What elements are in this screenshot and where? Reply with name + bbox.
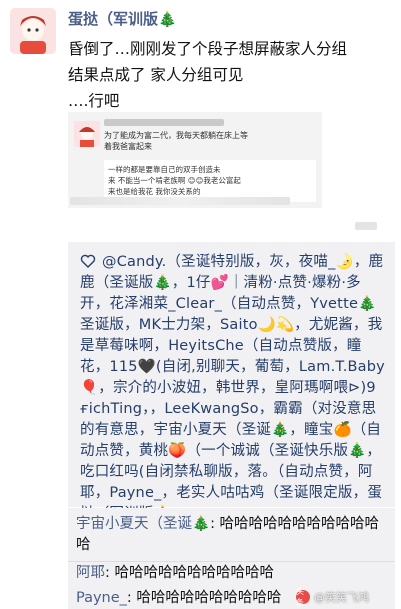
embedded-avatar	[74, 121, 100, 147]
comment-author[interactable]: 宇宙小夏天（圣诞🎄	[76, 516, 210, 532]
toutiao-logo-icon: 头条	[296, 587, 310, 607]
user-avatar[interactable]	[10, 8, 56, 54]
comment-divider	[68, 561, 395, 562]
comment-button-blurred[interactable]	[355, 222, 377, 230]
comment-author[interactable]: Payne_	[76, 590, 127, 606]
embedded-screenshot[interactable]: 为了能成为富二代，我每天都躺在床上等 着我爸富起来 一样的都是要靠自己的双手创造…	[68, 112, 322, 208]
embedded-comment-card: 一样的都是要靠自己的双手创造未 来 不能当一个啃老族啊 😊😊我老公富起 来也是给…	[104, 160, 316, 202]
post-text: 昏倒了…刚刚发了个段子想屏蔽家人分组 结果点成了 家人分组可见 ….行吧	[68, 40, 348, 110]
comment-item[interactable]: 阿耶: 哈哈哈哈哈哈哈哈哈哈哈	[76, 563, 391, 584]
embedded-username-blurred	[104, 119, 224, 126]
comment-author[interactable]: 阿耶	[76, 565, 105, 581]
avatar-image	[10, 8, 56, 54]
post-username[interactable]: 蛋挞（军训版🎄	[68, 8, 177, 29]
embedded-comment-text: 一样的都是要靠自己的双手创造未 来 不能当一个啃老族啊 😊😊我老公富起 来也是给…	[108, 165, 241, 196]
likes-list[interactable]: @Candy.（圣诞特别版，灰，夜喵_🌛，鹿鹿（圣诞版🎄，1仔💕｜清粉·点赞·爆…	[80, 252, 390, 525]
comment-text: : 哈哈哈哈哈哈哈哈哈哈哈	[105, 565, 274, 581]
comment-item[interactable]: 宇宙小夏天（圣诞🎄: 哈哈哈哈哈哈哈哈哈哈哈哈	[76, 514, 391, 556]
embedded-post-text: 为了能成为富二代，我每天都躺在床上等 着我爸富起来	[104, 131, 248, 151]
comment-text: : 哈哈哈哈哈哈哈哈哈哈	[126, 590, 282, 606]
blurred-timestamp	[70, 197, 290, 205]
watermark: 头条 @笑笑飞鸿	[296, 587, 369, 607]
watermark-text: @笑笑飞鸿	[314, 591, 369, 604]
